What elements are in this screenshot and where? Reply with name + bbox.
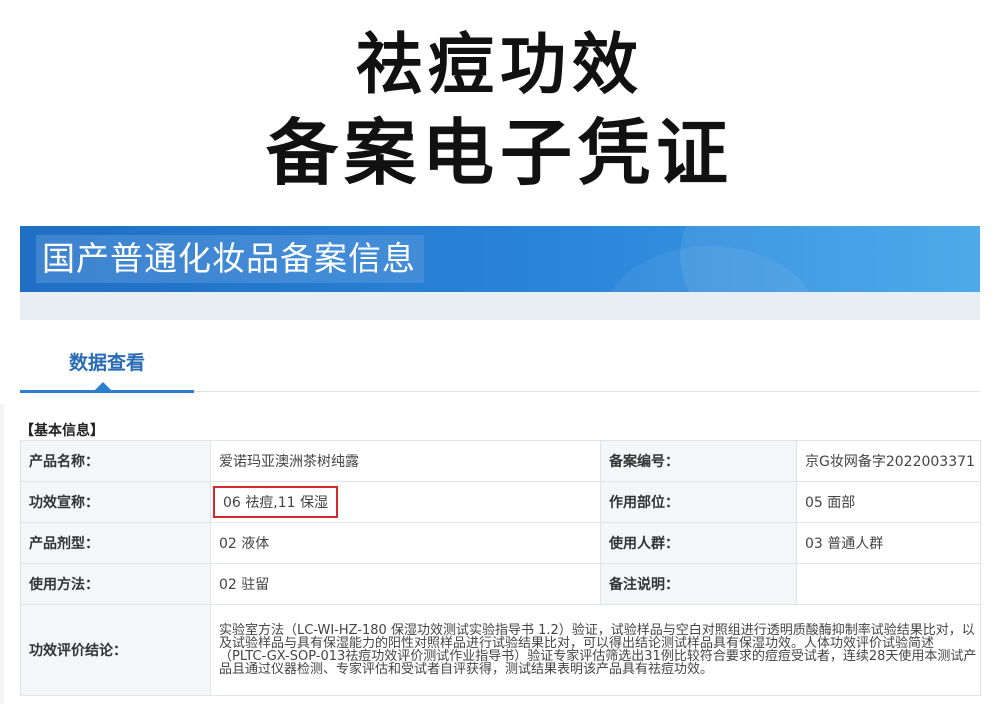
usage-value: 02 驻留 bbox=[210, 563, 601, 605]
tab-caret-icon bbox=[95, 382, 111, 390]
record-no-label: 备案编号： bbox=[600, 440, 797, 482]
page-banner: 国产普通化妆品备案信息 bbox=[20, 226, 980, 292]
site-label: 作用部位： bbox=[600, 481, 797, 523]
conclusion-label: 功效评价结论： bbox=[20, 604, 211, 696]
table-row: 功效评价结论： 实验室方法（LC-WI-HZ-180 保湿功效测试实验指导书 1… bbox=[20, 604, 981, 696]
form-value: 02 液体 bbox=[210, 522, 601, 564]
banner-title: 国产普通化妆品备案信息 bbox=[36, 235, 424, 283]
remarks-label: 备注说明： bbox=[600, 563, 797, 605]
efficacy-cell: 06 祛痘,11 保湿 bbox=[210, 481, 601, 523]
hero-title-line1: 祛痘功效 bbox=[356, 25, 644, 103]
table-row: 产品名称： 爱诺玛亚澳洲茶树纯露 备案编号： 京G妆网备字2022003371 bbox=[20, 440, 981, 482]
efficacy-value: 06 祛痘,11 保湿 bbox=[213, 486, 338, 518]
record-no-value: 京G妆网备字2022003371 bbox=[796, 440, 981, 482]
users-label: 使用人群： bbox=[600, 522, 797, 564]
tab-active-underline bbox=[20, 390, 194, 393]
product-name-value: 爱诺玛亚澳洲茶树纯露 bbox=[210, 440, 601, 482]
banner-strip bbox=[20, 292, 980, 320]
usage-label: 使用方法： bbox=[20, 563, 211, 605]
site-value: 05 面部 bbox=[796, 481, 981, 523]
table-row: 使用方法： 02 驻留 备注说明： bbox=[20, 563, 981, 605]
section-title: 【基本信息】 bbox=[20, 423, 104, 439]
conclusion-value: 实验室方法（LC-WI-HZ-180 保湿功效测试实验指导书 1.2）验证，试验… bbox=[210, 604, 981, 696]
left-edge bbox=[0, 404, 4, 704]
product-name-label: 产品名称： bbox=[20, 440, 211, 482]
form-label: 产品剂型： bbox=[20, 522, 211, 564]
table-row: 产品剂型： 02 液体 使用人群： 03 普通人群 bbox=[20, 522, 981, 564]
efficacy-label: 功效宣称： bbox=[20, 481, 211, 523]
hero-title-line2: 备案电子凭证 bbox=[265, 110, 734, 195]
users-value: 03 普通人群 bbox=[796, 522, 981, 564]
info-table: 产品名称： 爱诺玛亚澳洲茶树纯露 备案编号： 京G妆网备字2022003371 … bbox=[20, 440, 981, 696]
tab-divider bbox=[194, 391, 980, 392]
table-row: 功效宣称： 06 祛痘,11 保湿 作用部位： 05 面部 bbox=[20, 481, 981, 523]
remarks-value bbox=[796, 563, 981, 605]
